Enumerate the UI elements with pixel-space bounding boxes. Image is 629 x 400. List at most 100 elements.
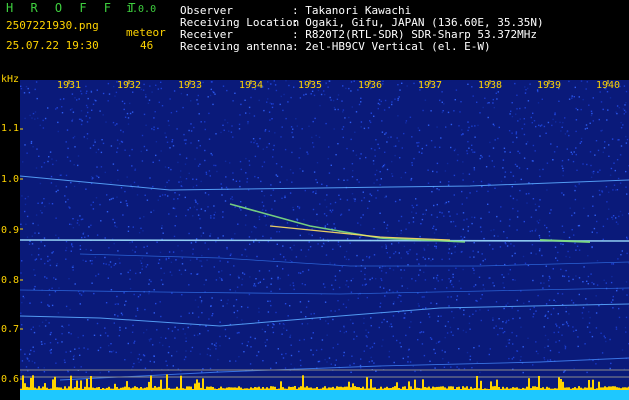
baseline-bar — [248, 388, 250, 390]
meteor-label: meteor — [126, 26, 166, 39]
baseline-bar — [62, 388, 64, 390]
baseline-bar — [510, 388, 512, 390]
baseline-bar — [426, 387, 428, 390]
baseline-bar — [222, 388, 224, 390]
baseline-bar — [420, 388, 422, 390]
baseline-bar — [574, 387, 576, 390]
baseline-bar — [122, 387, 124, 390]
baseline-bar — [66, 388, 68, 390]
baseline-bar — [294, 386, 296, 390]
baseline-bar — [578, 386, 580, 390]
baseline-bar — [120, 387, 122, 390]
baseline-bar — [532, 386, 534, 390]
baseline-bar — [460, 389, 462, 390]
baseline-bar — [54, 376, 56, 390]
baseline-bar — [326, 388, 328, 390]
baseline-bar — [30, 377, 32, 390]
baseline-bar — [68, 386, 70, 390]
baseline-bar — [264, 388, 266, 390]
baseline-bar — [388, 388, 390, 390]
baseline-bar — [124, 386, 126, 390]
baseline-bar — [132, 387, 134, 390]
baseline-bar — [456, 387, 458, 390]
baseline-bar — [322, 387, 324, 390]
baseline-bar — [214, 388, 216, 390]
baseline-bar — [474, 388, 476, 390]
baseline-bar — [364, 388, 366, 390]
baseline-bar — [444, 387, 446, 390]
baseline-bar — [588, 380, 590, 390]
baseline-bar — [286, 388, 288, 390]
baseline-bar — [28, 387, 30, 390]
y-tick-1-1: 1.1 — [1, 123, 20, 134]
baseline-bar — [46, 387, 48, 390]
baseline-bar — [504, 388, 506, 390]
baseline-bar — [626, 387, 628, 390]
baseline-bar — [176, 386, 178, 390]
baseline-bar — [432, 386, 434, 390]
baseline-bar — [308, 387, 310, 390]
baseline-bar — [396, 382, 398, 390]
baseline-bar — [142, 388, 144, 390]
y-axis-unit: kHz — [1, 74, 20, 85]
baseline-bar — [380, 386, 382, 390]
baseline-bar — [560, 379, 562, 390]
baseline-bar — [210, 386, 212, 390]
baseline-bar — [230, 387, 232, 390]
baseline-bar — [218, 388, 220, 390]
baseline-bar — [338, 386, 340, 390]
baseline-bar — [188, 386, 190, 390]
baseline-bar — [314, 388, 316, 390]
baseline-bar — [184, 388, 186, 390]
baseline-bar — [476, 376, 478, 390]
baseline-bar — [390, 388, 392, 390]
baseline-bar — [620, 388, 622, 390]
x-tick-1937: 1937 — [417, 80, 443, 91]
app-logo: H R O F F T — [6, 1, 141, 15]
baseline-bar — [438, 386, 440, 390]
baseline-bar — [266, 387, 268, 390]
baseline-bar — [482, 389, 484, 390]
baseline-bar — [228, 387, 230, 390]
baseline-bar — [42, 386, 44, 390]
baseline-bar — [310, 387, 312, 390]
baseline-bar — [344, 386, 346, 390]
y-tick-0-9: 0.9 — [1, 225, 20, 236]
baseline-bar — [576, 388, 578, 390]
baseline-bar — [70, 375, 72, 390]
baseline-bar — [534, 386, 536, 390]
baseline-bar — [38, 386, 40, 390]
x-tick-1939: 1939 — [536, 80, 562, 91]
baseline-bar — [146, 387, 148, 390]
signal-trace — [20, 239, 629, 242]
baseline-bar — [392, 387, 394, 390]
baseline-bar — [186, 386, 188, 390]
baseline-bar — [290, 387, 292, 390]
baseline-bar — [598, 381, 600, 390]
baseline-bar — [50, 388, 52, 390]
baseline-bar — [162, 388, 164, 390]
baseline-bar — [280, 381, 282, 390]
baseline-bar — [414, 379, 416, 390]
baseline-bar — [394, 386, 396, 390]
baseline-bar — [136, 387, 138, 390]
baseline-bar — [236, 387, 238, 390]
baseline-bar — [556, 388, 558, 390]
baseline-bar — [194, 383, 196, 390]
spectrogram — [20, 80, 629, 400]
baseline-bar — [246, 388, 248, 390]
baseline-bar — [300, 386, 302, 390]
baseline-bar — [170, 388, 172, 390]
baseline-bar — [436, 386, 438, 390]
baseline-bar — [56, 387, 58, 390]
baseline-bar — [546, 386, 548, 390]
baseline-bar — [508, 388, 510, 390]
baseline-bar — [430, 388, 432, 390]
baseline-bar — [254, 387, 256, 390]
baseline-bar — [102, 388, 104, 390]
x-tick-1934: 1934 — [238, 80, 264, 91]
baseline-bar — [152, 387, 154, 390]
baseline-bar — [324, 386, 326, 390]
baseline-bar — [464, 387, 466, 390]
baseline-bar — [428, 386, 430, 390]
